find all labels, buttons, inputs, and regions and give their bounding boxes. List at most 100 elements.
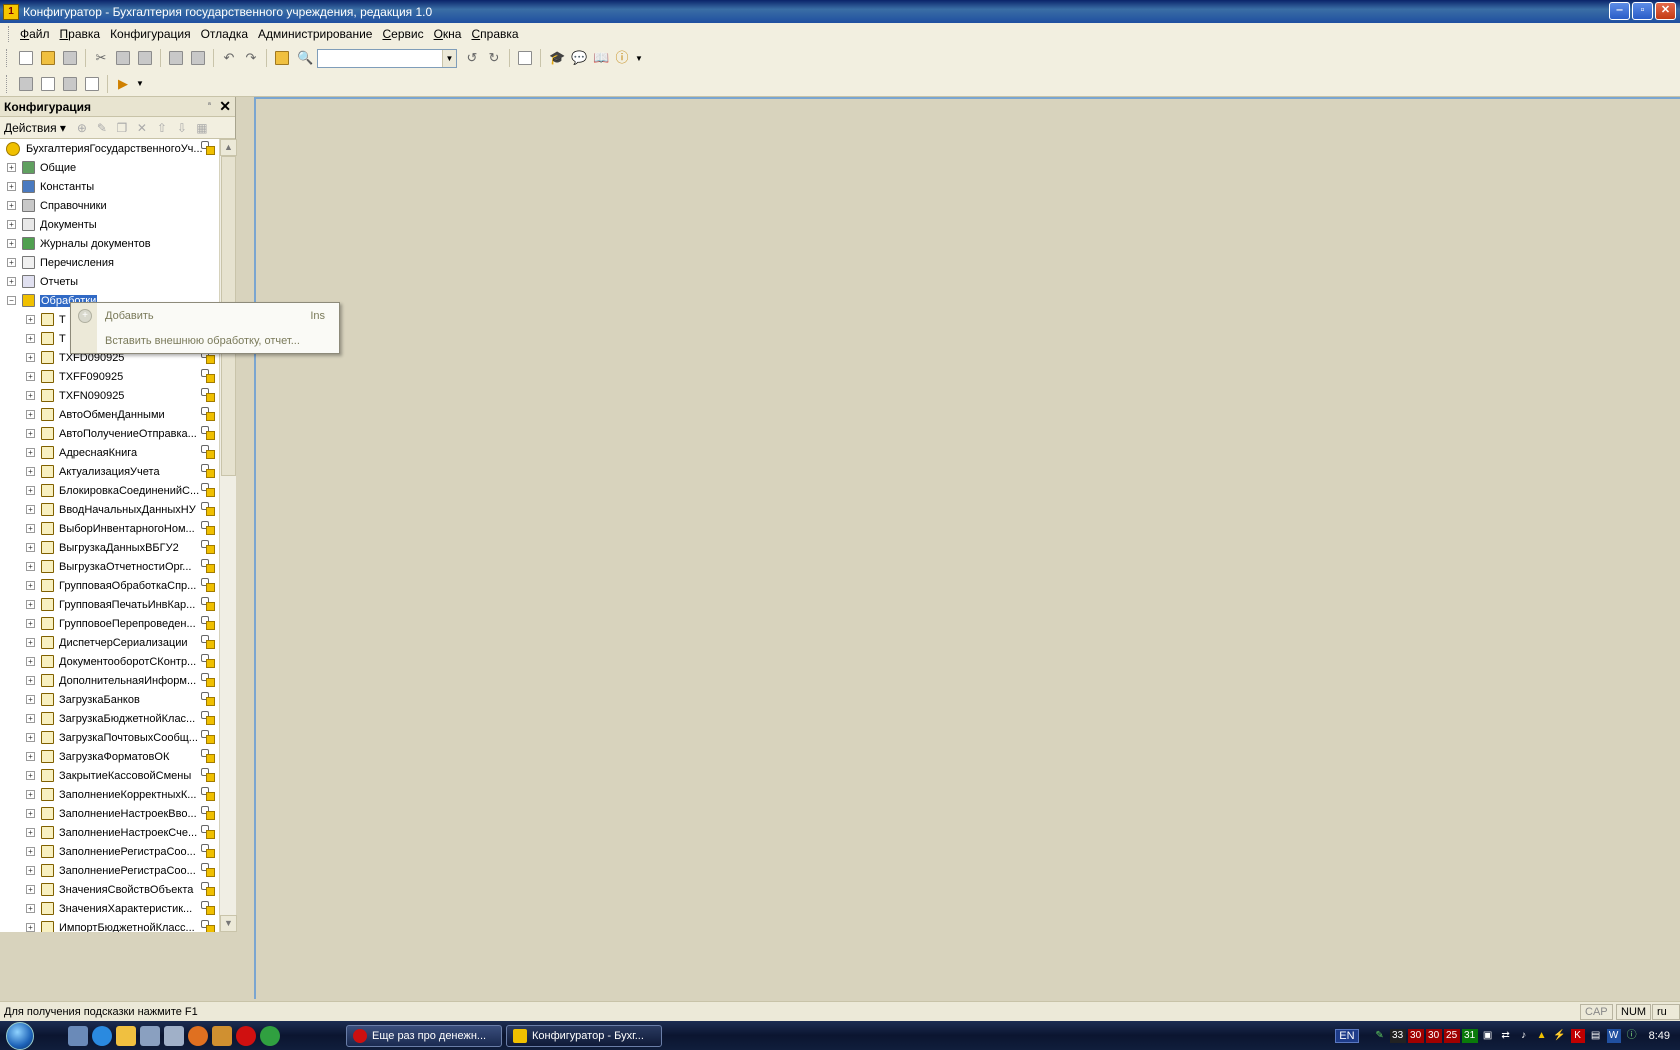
tree-expander-icon[interactable]: − [7, 296, 16, 305]
toolbar-dropdown[interactable]: ▼ [634, 48, 644, 68]
tree-item[interactable]: + ДиспетчерСериализации [0, 633, 219, 652]
tree-expander-icon[interactable]: + [26, 790, 35, 799]
tree-item[interactable]: + ЗагрузкаБюджетнойКлас... [0, 709, 219, 728]
properties-button[interactable] [82, 74, 102, 94]
find-prev-button[interactable]: ↺ [462, 48, 482, 68]
tray-k-icon[interactable]: K [1570, 1028, 1585, 1043]
tree-item[interactable]: + ЗаполнениеНастроекВво... [0, 804, 219, 823]
taskbar-task-1[interactable]: Конфигуратор - Бухг... [506, 1024, 662, 1047]
quicklaunch-network-icon[interactable] [140, 1025, 160, 1046]
pin-icon[interactable]: ᵃ [208, 100, 211, 109]
quicklaunch-computer-icon[interactable] [164, 1025, 184, 1046]
tree-item[interactable]: + ВыборИнвентарногоНом... [0, 519, 219, 538]
tray-counter[interactable]: 31 [1461, 1028, 1478, 1043]
tree-item[interactable]: + ВводНачальныхДанныхНУ [0, 500, 219, 519]
quicklaunch-utorrent-icon[interactable] [260, 1025, 280, 1046]
sort-button[interactable]: ▦ [192, 119, 212, 137]
config-tree-button[interactable] [38, 74, 58, 94]
cut-button[interactable]: ✂ [91, 48, 111, 68]
tree-item[interactable]: + БлокировкаСоединенийС... [0, 481, 219, 500]
tray-monitor-icon[interactable]: ▣ [1481, 1029, 1495, 1043]
paste-button[interactable] [135, 48, 155, 68]
quicklaunch-firefox-icon[interactable] [188, 1025, 208, 1046]
maximize-button[interactable]: ▫ [1632, 2, 1653, 20]
hint-button[interactable]: 💬 [568, 48, 588, 68]
menu-item-2[interactable]: Конфигурация [105, 27, 196, 41]
menu-item-1[interactable]: Правка [55, 27, 106, 41]
debug-dropdown[interactable]: ▼ [135, 74, 145, 94]
tree-expander-icon[interactable]: + [26, 581, 35, 590]
tree-item[interactable]: + ЗакрытиеКассовойСмены [0, 766, 219, 785]
tree-expander-icon[interactable]: + [7, 239, 16, 248]
tree-expander-icon[interactable]: + [26, 866, 35, 875]
tree-expander-icon[interactable]: + [26, 638, 35, 647]
tree-group-5[interactable]: + Перечисления [0, 253, 219, 272]
quicklaunch-device-icon[interactable] [68, 1025, 88, 1046]
tree-expander-icon[interactable]: + [26, 676, 35, 685]
language-indicator[interactable]: ru ▾ [1652, 1004, 1680, 1032]
syntax-helper-button[interactable]: 🎓 [546, 48, 566, 68]
tree-expander-icon[interactable]: + [7, 182, 16, 191]
chevron-down-icon[interactable]: ▼ [442, 49, 456, 67]
tree-item[interactable]: + ИмпортБюджетнойКласс... [0, 918, 219, 932]
config-tree[interactable]: БухгалтерияГосударственногоУч... + Общие +… [0, 139, 219, 932]
menu-item-6[interactable]: Окна [429, 27, 467, 41]
tree-item[interactable]: + TXFF090925 [0, 367, 219, 386]
tree-expander-icon[interactable]: + [26, 923, 35, 932]
tree-expander-icon[interactable]: + [7, 220, 16, 229]
tree-expander-icon[interactable]: + [26, 600, 35, 609]
search-combo[interactable]: ▼ [317, 48, 457, 68]
tree-expander-icon[interactable]: + [26, 486, 35, 495]
tree-group-0[interactable]: + Общие [0, 158, 219, 177]
tree-item[interactable]: + АвтоОбменДанными [0, 405, 219, 424]
menu-item-7[interactable]: Справка [466, 27, 523, 41]
new-button[interactable] [16, 48, 36, 68]
find-next-button[interactable]: ↻ [484, 48, 504, 68]
redo-button[interactable]: ↷ [241, 48, 261, 68]
tree-item[interactable]: + ЗагрузкаФорматовОК [0, 747, 219, 766]
tree-expander-icon[interactable]: + [26, 524, 35, 533]
delete-item-button[interactable]: ✕ [132, 119, 152, 137]
tray-sound-icon[interactable]: ♪ [1517, 1029, 1531, 1043]
tree-item[interactable]: + ВыгрузкаОтчетностиОрг... [0, 557, 219, 576]
tree-item[interactable]: + ЗагрузкаПочтовыхСообщ... [0, 728, 219, 747]
tree-item[interactable]: + ВыгрузкаДанныхВБГУ2 [0, 538, 219, 557]
tree-item[interactable]: + ЗаполнениеРегистраСоо... [0, 861, 219, 880]
update-db-button[interactable] [60, 74, 80, 94]
edit-item-button[interactable]: ✎ [92, 119, 112, 137]
tree-item[interactable]: + ЗначенияСвойствОбъекта [0, 880, 219, 899]
tree-expander-icon[interactable]: + [26, 448, 35, 457]
tree-item[interactable]: + ЗаполнениеРегистраСоо... [0, 842, 219, 861]
tree-expander-icon[interactable]: + [26, 809, 35, 818]
tree-item[interactable]: + TXFN090925 [0, 386, 219, 405]
tree-expander-icon[interactable]: + [7, 163, 16, 172]
tree-expander-icon[interactable]: + [26, 410, 35, 419]
quicklaunch-folder-icon[interactable] [116, 1025, 136, 1046]
context-menu-insert-external[interactable]: Вставить внешнюю обработку, отчет... [71, 329, 339, 353]
tree-expander-icon[interactable]: + [26, 391, 35, 400]
tree-item[interactable]: + АвтоПолучениеОтправка... [0, 424, 219, 443]
tray-antivirus-icon[interactable]: ⚡ [1553, 1029, 1567, 1043]
menu-item-3[interactable]: Отладка [196, 27, 253, 41]
quicklaunch-ie-icon[interactable] [92, 1025, 112, 1046]
tree-item[interactable]: + ГрупповоеПерепроведен... [0, 614, 219, 633]
menu-item-5[interactable]: Сервис [377, 27, 428, 41]
tree-group-4[interactable]: + Журналы документов [0, 234, 219, 253]
start-button[interactable] [0, 1021, 40, 1050]
tree-expander-icon[interactable]: + [26, 657, 35, 666]
tree-expander-icon[interactable]: + [26, 619, 35, 628]
menu-item-4[interactable]: Администрирование [253, 27, 377, 41]
tree-expander-icon[interactable]: + [26, 828, 35, 837]
tree-expander-icon[interactable]: + [26, 904, 35, 913]
move-down-button[interactable]: ⇩ [172, 119, 192, 137]
tree-expander-icon[interactable]: + [26, 695, 35, 704]
tree-expander-icon[interactable]: + [26, 714, 35, 723]
move-up-button[interactable]: ⇧ [152, 119, 172, 137]
help-button[interactable]: 📖 [590, 48, 610, 68]
tree-expander-icon[interactable]: + [26, 847, 35, 856]
tree-expander-icon[interactable]: + [26, 562, 35, 571]
about-button[interactable]: ⓘ [612, 48, 632, 68]
quicklaunch-opera-icon[interactable] [236, 1025, 256, 1046]
tree-item[interactable]: + АдреснаяКнига [0, 443, 219, 462]
tree-item[interactable]: + ДополнительнаяИнформ... [0, 671, 219, 690]
